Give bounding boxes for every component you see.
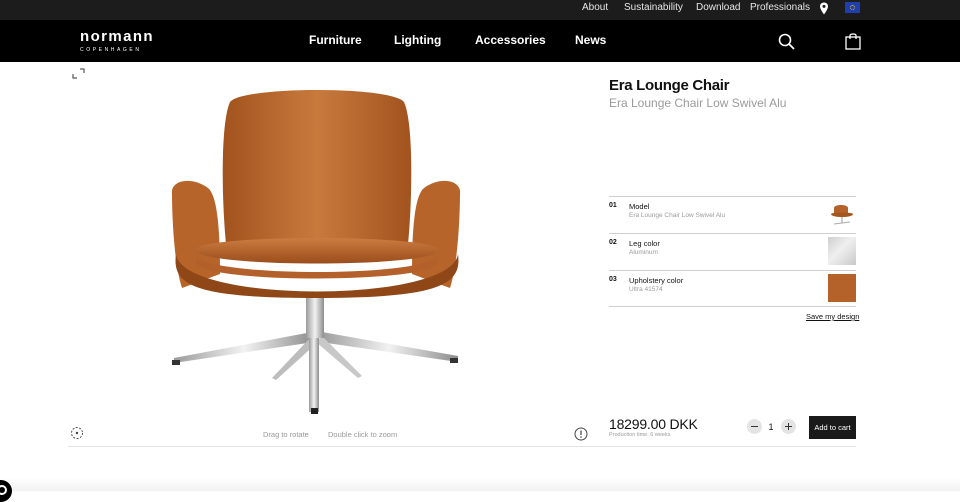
config-row-model[interactable]: 01 Model Era Lounge Chair Low Swivel Alu xyxy=(609,196,856,233)
normann-copenhagen-logo[interactable]: normann COPENHAGEN xyxy=(80,29,154,53)
nav-news[interactable]: News xyxy=(575,33,606,47)
logo-sub-text: COPENHAGEN xyxy=(80,47,142,53)
utility-bar: About Sustainability Download Profession… xyxy=(0,0,960,20)
config-row-leg-color[interactable]: 02 Leg color Aluminum xyxy=(609,233,856,270)
config-label: Upholstery color xyxy=(629,276,684,285)
aluminum-swatch xyxy=(828,237,856,265)
rotate-360-icon[interactable] xyxy=(70,426,84,440)
config-number: 01 xyxy=(609,202,617,209)
map-pin-icon[interactable] xyxy=(819,2,829,15)
config-label: Leg color xyxy=(629,239,660,248)
config-value: Aluminum xyxy=(629,249,658,256)
quantity-value[interactable]: 1 xyxy=(766,422,776,432)
info-icon[interactable] xyxy=(574,427,588,441)
drag-to-rotate-hint: Drag to rotate xyxy=(263,430,309,439)
zoom-hint: Double click to zoom xyxy=(328,430,398,439)
model-thumbnail xyxy=(828,200,856,228)
config-label: Model xyxy=(629,202,650,211)
add-to-cart-button[interactable]: Add to cart xyxy=(809,416,856,439)
config-number: 03 xyxy=(609,276,617,283)
main-navigation: normann COPENHAGEN Furniture Lighting Ac… xyxy=(0,20,960,62)
product-image[interactable] xyxy=(162,84,472,420)
leather-swatch xyxy=(828,274,856,302)
expand-icon[interactable] xyxy=(72,68,85,79)
utility-link-download[interactable]: Download xyxy=(696,2,740,13)
product-price: 18299.00 DKK xyxy=(609,416,698,432)
product-title: Era Lounge Chair xyxy=(609,77,730,94)
quantity-decrease-button[interactable] xyxy=(747,419,762,434)
production-time: Production time: 6 weeks xyxy=(609,432,671,438)
nav-lighting[interactable]: Lighting xyxy=(394,33,441,47)
nav-accessories[interactable]: Accessories xyxy=(475,33,546,47)
logo-brand-text: normann xyxy=(80,28,154,45)
utility-link-about[interactable]: About xyxy=(582,2,608,13)
utility-link-sustainability[interactable]: Sustainability xyxy=(624,2,683,13)
eu-flag-icon[interactable] xyxy=(845,2,860,13)
utility-link-professionals[interactable]: Professionals xyxy=(750,2,810,13)
config-value: Ultra 41574 xyxy=(629,286,663,293)
save-design-link[interactable]: Save my design xyxy=(806,312,859,321)
quantity-increase-button[interactable] xyxy=(781,419,796,434)
page-footer-edge xyxy=(0,478,960,491)
divider xyxy=(609,306,856,307)
config-value: Era Lounge Chair Low Swivel Alu xyxy=(629,212,726,219)
config-row-upholstery-color[interactable]: 03 Upholstery color Ultra 41574 xyxy=(609,270,856,307)
config-number: 02 xyxy=(609,239,617,246)
product-subtitle: Era Lounge Chair Low Swivel Alu xyxy=(609,96,787,110)
nav-furniture[interactable]: Furniture xyxy=(309,33,362,47)
shopping-bag-icon[interactable] xyxy=(845,32,861,50)
divider xyxy=(68,446,856,447)
search-icon[interactable] xyxy=(778,33,795,50)
